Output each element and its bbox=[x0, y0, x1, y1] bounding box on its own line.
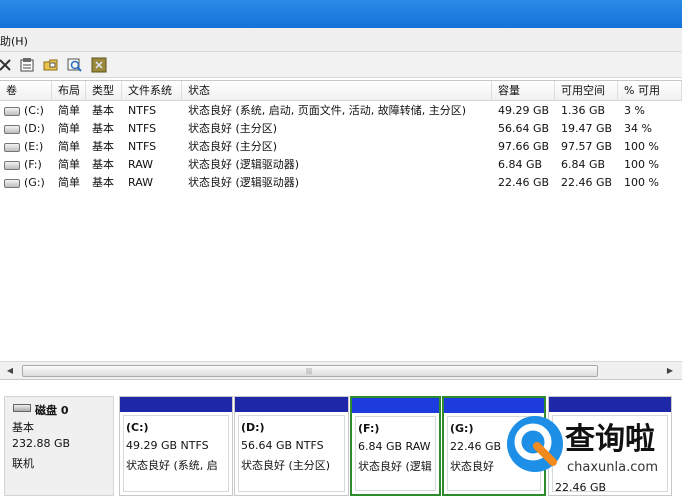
col-status-cell: 状态良好 (逻辑驱动器) bbox=[188, 176, 300, 189]
col-filesystem-cell: NTFS bbox=[128, 140, 157, 153]
col-percent-free-header[interactable]: % 可用 bbox=[618, 81, 682, 101]
col-layout-cell: 简单 bbox=[58, 140, 80, 153]
disk-type: 基本 bbox=[12, 421, 34, 434]
close-icon[interactable] bbox=[0, 56, 14, 74]
partition-label: (F:) bbox=[358, 422, 380, 435]
col-type-cell: 基本 bbox=[92, 158, 114, 171]
partition-size: 6.84 GB RAW bbox=[358, 440, 431, 453]
col-type-header[interactable]: 类型 bbox=[86, 81, 122, 101]
col-type-cell: 基本 bbox=[92, 104, 114, 117]
partition-color-bar bbox=[120, 397, 232, 412]
grip-icon: ||| bbox=[306, 368, 313, 375]
partition-size: 56.64 GB NTFS bbox=[241, 439, 324, 452]
partition-status: 状态良好 (逻辑 bbox=[358, 460, 432, 473]
properties-icon[interactable] bbox=[18, 56, 36, 74]
list-header: 卷布局 类型 文件系统 状态 容量 可用空间% 可用 bbox=[0, 81, 682, 101]
table-row[interactable]: (G:) 简单 基本 RAW 状态良好 (逻辑驱动器) 22.46 GB 22.46 GB 1… bbox=[0, 174, 682, 192]
disk-size: 232.88 GB bbox=[12, 437, 71, 450]
disk-state: 联机 bbox=[12, 457, 34, 470]
col-type-cell: 基本 bbox=[92, 122, 114, 135]
col-layout-cell: 简单 bbox=[58, 104, 80, 117]
col-capacity-cell: 56.64 GB bbox=[498, 122, 550, 135]
col-percent-free-cell: 100 % bbox=[624, 140, 659, 153]
help-icon[interactable] bbox=[90, 56, 108, 74]
col-free-space-cell: 19.47 GB bbox=[561, 122, 613, 135]
col-free-space-cell: 6.84 GB bbox=[561, 158, 606, 171]
col-percent-free-cell: 100 % bbox=[624, 158, 659, 171]
partition-block[interactable]: (D:) 56.64 GB NTFS 状态良好 (主分区) bbox=[234, 396, 349, 496]
partition-size: 49.29 GB NTFS bbox=[126, 439, 209, 452]
col-volume-cell: (F:) bbox=[24, 158, 42, 171]
partition-status: 状态良好 (主分区) bbox=[241, 459, 331, 472]
table-row[interactable]: (E:) 简单 基本 NTFS 状态良好 (主分区) 97.66 GB 97.57 GB 10… bbox=[0, 138, 682, 156]
table-row[interactable]: (C:) 简单 基本 NTFS 状态良好 (系统, 启动, 页面文件, 活动, 故障转储… bbox=[0, 102, 682, 120]
col-volume-cell: (E:) bbox=[24, 140, 44, 153]
disk-name: 磁盘 0 bbox=[35, 404, 69, 417]
col-status-cell: 状态良好 (逻辑驱动器) bbox=[188, 158, 300, 171]
partition-label: (D:) bbox=[241, 421, 265, 434]
col-free-space-cell: 1.36 GB bbox=[561, 104, 606, 117]
col-layout-cell: 简单 bbox=[58, 122, 80, 135]
col-filesystem-cell: RAW bbox=[128, 158, 153, 171]
col-status-header[interactable]: 状态 bbox=[182, 81, 492, 101]
col-capacity-cell: 22.46 GB bbox=[498, 176, 550, 189]
partition-label: (C:) bbox=[126, 421, 149, 434]
toolbar bbox=[0, 52, 682, 78]
col-status-cell: 状态良好 (系统, 启动, 页面文件, 活动, 故障转储, 主分区) bbox=[188, 104, 467, 117]
col-filesystem-header[interactable]: 文件系统 bbox=[122, 81, 182, 101]
scrollbar-thumb[interactable]: ||| bbox=[22, 365, 598, 377]
partition-block[interactable]: (C:) 49.29 GB NTFS 状态良好 (系统, 启 bbox=[119, 396, 233, 496]
col-percent-free-cell: 34 % bbox=[624, 122, 652, 135]
find-icon[interactable] bbox=[66, 56, 84, 74]
table-row[interactable]: (F:) 简单 基本 RAW 状态良好 (逻辑驱动器) 6.84 GB 6.84 GB 100… bbox=[0, 156, 682, 174]
volume-list-pane: 卷布局 类型 文件系统 状态 容量 可用空间% 可用 (C:) 简单 基本 NTFS 状态良好 (… bbox=[0, 80, 682, 380]
watermark-site: chaxunla.com bbox=[567, 460, 658, 475]
col-type-cell: 基本 bbox=[92, 140, 114, 153]
col-capacity-cell: 97.66 GB bbox=[498, 140, 550, 153]
col-status-cell: 状态良好 (主分区) bbox=[188, 122, 278, 135]
col-volume-cell: (C:) bbox=[24, 104, 44, 117]
col-volume-cell: (G:) bbox=[24, 176, 45, 189]
col-layout-cell: 简单 bbox=[58, 176, 80, 189]
col-layout-cell: 简单 bbox=[58, 158, 80, 171]
col-percent-free-cell: 3 % bbox=[624, 104, 645, 117]
col-free-space-header[interactable]: 可用空间 bbox=[555, 81, 618, 101]
watermark-brand: 查询啦 bbox=[565, 422, 655, 457]
col-capacity-cell: 49.29 GB bbox=[498, 104, 550, 117]
col-free-space-cell: 97.57 GB bbox=[561, 140, 613, 153]
magnifier-logo-icon bbox=[507, 416, 563, 472]
disk-icon bbox=[13, 404, 31, 412]
col-volume-cell: (D:) bbox=[24, 122, 45, 135]
scroll-right-arrow-icon[interactable]: ▶ bbox=[662, 363, 678, 379]
partition-block[interactable]: (F:) 6.84 GB RAW 状态良好 (逻辑 bbox=[350, 396, 441, 496]
menu-help[interactable]: 助(H) bbox=[0, 33, 28, 49]
window-title-bar bbox=[0, 0, 682, 28]
col-filesystem-cell: NTFS bbox=[128, 104, 157, 117]
watermark-logo: 查询啦 chaxunla.com bbox=[505, 408, 677, 494]
disk-0-label[interactable]: 磁盘 0 基本 232.88 GB 联机 bbox=[4, 396, 114, 496]
col-filesystem-cell: NTFS bbox=[128, 122, 157, 135]
col-percent-free-cell: 100 % bbox=[624, 176, 659, 189]
col-capacity-header[interactable]: 容量 bbox=[492, 81, 555, 101]
col-capacity-cell: 6.84 GB bbox=[498, 158, 543, 171]
col-free-space-cell: 22.46 GB bbox=[561, 176, 613, 189]
menu-bar: 助(H) bbox=[0, 28, 682, 52]
col-type-cell: 基本 bbox=[92, 176, 114, 189]
scroll-left-arrow-icon[interactable]: ◀ bbox=[2, 363, 18, 379]
open-folder-icon[interactable] bbox=[42, 56, 60, 74]
col-filesystem-cell: RAW bbox=[128, 176, 153, 189]
partition-status: 状态良好 (系统, 启 bbox=[126, 459, 218, 472]
horizontal-scrollbar[interactable]: ◀ ||| ▶ bbox=[0, 361, 682, 379]
partition-color-bar bbox=[235, 397, 348, 412]
partition-color-bar bbox=[352, 398, 439, 413]
col-status-cell: 状态良好 (主分区) bbox=[188, 140, 278, 153]
table-row[interactable]: (D:) 简单 基本 NTFS 状态良好 (主分区) 56.64 GB 19.47 GB 34… bbox=[0, 120, 682, 138]
col-layout-header[interactable]: 布局 bbox=[52, 81, 86, 101]
col-volume-header[interactable]: 卷 bbox=[0, 81, 52, 101]
